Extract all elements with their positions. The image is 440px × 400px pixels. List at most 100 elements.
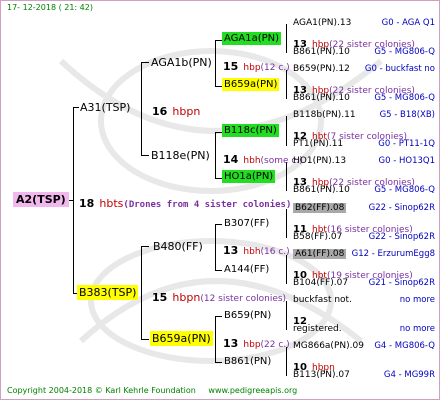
gen3-name: B659a(PN)	[222, 78, 280, 91]
line-gen3-d	[215, 178, 222, 179]
gen2-info-2: 13 hbh(16 c.)	[223, 241, 290, 257]
gen4-ref-4: G5 - B18(XB)	[379, 110, 435, 120]
gen4-name-1: B861(PN).10	[293, 47, 350, 57]
line-gen4-v4	[286, 162, 287, 191]
gen4-ref-6: G0 - HO13Q1	[378, 156, 435, 166]
gen2-info-3: 13 hbp(22 c.)	[223, 334, 290, 350]
root-note: (Drones from 4 sister colonies)	[123, 200, 292, 210]
line-gen3-c	[215, 132, 222, 133]
line-gen1-v	[73, 107, 74, 294]
gen4-ref-0: G0 - AGA Q1	[381, 18, 435, 28]
gen2-count: 13	[223, 337, 239, 350]
gen4-ref-1: G5 - MG806-Q	[374, 47, 435, 57]
gen2-node-2: B480(FF)	[153, 241, 203, 252]
line-gen3-v4	[215, 316, 216, 362]
line-gen4-v3	[286, 116, 287, 146]
line-gen3-f	[215, 270, 222, 271]
gen3-node-0: AGA1a(PN)	[222, 32, 282, 45]
gen2-count: 13	[223, 244, 239, 257]
root-node: A2(TSP)	[13, 192, 69, 207]
gen3-node-3: HO1a(PN)	[222, 170, 276, 183]
gen2-name: B659a(PN)	[150, 331, 213, 346]
gen4-ref-13: no more	[399, 324, 435, 334]
gen2-count: 14	[223, 153, 239, 166]
line-gen4-v2	[286, 70, 287, 99]
gen4-name-2: B659(PN).12	[293, 64, 350, 74]
gen1-node-0: A31(TSP)	[80, 102, 130, 113]
line-gen2-v2	[141, 246, 142, 339]
line-gen3-v1	[215, 40, 216, 86]
gen2-note: (22 c.)	[260, 340, 290, 350]
gen3-node-7: B861(PN)	[224, 357, 271, 367]
line-gen1-a	[73, 107, 79, 108]
gen3-node-1: B659a(PN)	[222, 78, 280, 91]
gen2-hb: hbp	[243, 340, 261, 350]
line-gen3-b	[215, 86, 222, 87]
gen4-name-13: registered.	[293, 324, 342, 334]
gen2-name: B118e(PN)	[151, 149, 210, 162]
gen4-name-12: buckfast not.	[293, 295, 352, 305]
gen4-name-3: B861(PN).10	[293, 93, 350, 103]
line-gen2-b	[141, 155, 149, 156]
gen3-name: HO1a(PN)	[222, 170, 276, 183]
line-gen2-v1	[141, 62, 142, 155]
gen3-name: B307(FF)	[224, 218, 270, 229]
root-hb: hbts	[99, 197, 124, 210]
pedigree-chart: 17- 12-2018 ( 21: 42) A2(TSP) 18 hbts(Dr…	[0, 0, 440, 400]
gen2-note: (16 c.)	[260, 247, 290, 257]
gen3-name: B118c(PN)	[222, 124, 279, 137]
gen1-name: B383(TSP)	[77, 285, 139, 300]
header-date: 17- 12-2018 ( 21: 42)	[7, 3, 93, 12]
gen2-hb: hbh	[243, 156, 261, 166]
line-gen2-a	[141, 62, 149, 63]
root-count: 18	[79, 197, 95, 210]
gen4-name-10: A61(FF).08	[293, 249, 347, 259]
gen4-ref-14: G4 - MG806-Q	[374, 341, 435, 351]
gen4-name-11: B104(FF).07	[293, 278, 349, 288]
footer-url[interactable]: www.pedigreeapis.org	[208, 386, 297, 395]
gen4-name-highlight: A61(FF).08	[293, 249, 347, 259]
gen1-note: (12 sister colonies)	[200, 294, 287, 304]
gen1-name: A31(TSP)	[80, 101, 131, 114]
gen4-name-9: B58(FF).07	[293, 232, 343, 242]
gen4-name-15: B113(PN).07	[293, 370, 350, 380]
gen4-ref-3: G5 - MG806-Q	[374, 93, 435, 103]
line-gen3-v3	[215, 224, 216, 270]
gen4-ref-15: G4 - MG99R	[383, 370, 435, 380]
line-gen4-v6	[286, 255, 287, 284]
gen2-count: 15	[223, 60, 239, 73]
gen1-node-1: B383(TSP)	[77, 285, 139, 300]
line-gen4-v8	[286, 347, 287, 376]
footer-copyright: Copyright 2004-2018 © Karl Kehrle Founda…	[7, 386, 196, 395]
line-gen3-v2	[215, 132, 216, 179]
gen2-node-3: B659a(PN)	[150, 331, 213, 346]
gen1-hb: hbpn	[172, 291, 201, 304]
root-name: A2(TSP)	[13, 192, 69, 207]
gen3-name: A144(FF)	[224, 264, 270, 275]
gen4-name-8: B62(FF).08	[293, 203, 347, 213]
gen4-ref-10: G12 - ErzurumEgg8	[351, 249, 435, 259]
gen2-name: AGA1b(PN)	[151, 56, 212, 69]
footer: Copyright 2004-2018 © Karl Kehrle Founda…	[7, 387, 297, 395]
gen3-node-6: B659(PN)	[224, 311, 271, 321]
line-gen4-v7	[286, 301, 287, 330]
gen2-hb: hbh	[243, 247, 261, 257]
gen4-ref-2: G0 - buckfast no	[364, 64, 435, 74]
line-gen3-e	[215, 224, 222, 225]
gen3-node-2: B118c(PN)	[222, 124, 279, 137]
gen4-name-4: B118b(PN).11	[293, 110, 356, 120]
line-gen2-d	[141, 339, 149, 340]
line-gen2-c	[141, 246, 149, 247]
gen1-count: 16	[152, 105, 168, 118]
gen2-node-1: B118e(PN)	[151, 150, 210, 161]
gen4-name-5: PT1(PN).11	[293, 139, 344, 149]
gen4-name-6: HO1(PN).13	[293, 156, 347, 166]
gen4-name-0: AGA1(PN).13	[293, 18, 352, 28]
gen2-node-0: AGA1b(PN)	[151, 57, 212, 68]
line-gen3-g	[215, 316, 222, 317]
gen4-ref-8: G22 - Sinop62R	[368, 203, 435, 213]
gen2-info-1: 14 hbh(some c.)	[223, 150, 303, 166]
gen1-hb: hbpn	[172, 105, 201, 118]
line-gen4-v5	[286, 209, 287, 238]
gen4-ref-7: G5 - MG806-Q	[374, 185, 435, 195]
